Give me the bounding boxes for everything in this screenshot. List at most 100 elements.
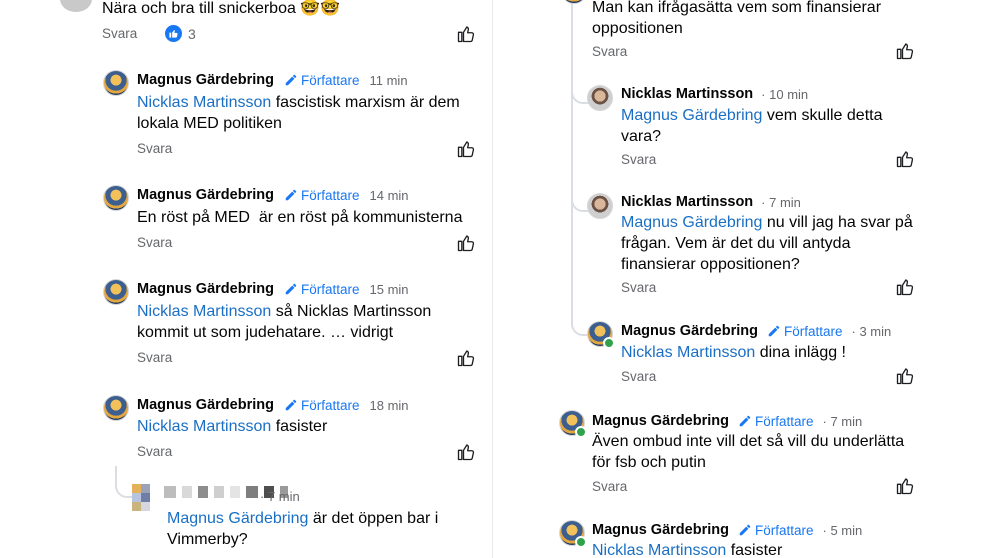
mention-link[interactable]: Nicklas Martinsson bbox=[137, 303, 271, 320]
timestamp[interactable]: · 10 min bbox=[761, 87, 808, 102]
author-name[interactable]: Magnus Gärdebring bbox=[592, 413, 729, 429]
comment-text: Nära och bra till snickerboa 🤓🤓 bbox=[102, 0, 341, 17]
reaction-count[interactable]: 3 bbox=[165, 25, 196, 42]
pencil-icon bbox=[284, 188, 298, 202]
like-icon[interactable] bbox=[456, 442, 476, 462]
avatar[interactable] bbox=[103, 279, 129, 305]
reply-button[interactable]: Svara bbox=[137, 350, 172, 365]
online-indicator bbox=[575, 536, 587, 548]
timestamp[interactable]: 15 min bbox=[370, 282, 409, 297]
comment-header: Magnus Gärdebring Författare · 3 min bbox=[621, 323, 891, 339]
online-indicator bbox=[603, 337, 615, 349]
author-name[interactable]: Nicklas Martinsson bbox=[621, 86, 753, 102]
comment-text: Man kan ifrågasätta vem som finansierar o… bbox=[592, 0, 882, 37]
mention-link[interactable]: Magnus Gärdebring bbox=[621, 107, 762, 124]
comment-text: Magnus Gärdebring är det öppen bar i Vimm… bbox=[167, 510, 439, 548]
reply-button[interactable]: Svara bbox=[102, 26, 137, 41]
comment-header: Magnus Gärdebring Författare 18 min bbox=[137, 397, 409, 413]
comment-text: Nicklas Martinsson fasister bbox=[592, 542, 783, 558]
timestamp[interactable]: 11 min bbox=[370, 73, 408, 88]
author-badge: Författare bbox=[284, 188, 360, 203]
avatar[interactable] bbox=[103, 70, 129, 96]
left-comment-column: Nära och bra till snickerboa 🤓🤓 Svara 3 … bbox=[0, 0, 492, 558]
comment-header: Nicklas Martinsson · 10 min bbox=[621, 86, 808, 102]
comment-text: Nicklas Martinsson fascistisk marxism är… bbox=[137, 94, 460, 132]
author-name[interactable]: Magnus Gärdebring bbox=[592, 522, 729, 538]
reply-button[interactable]: Svara bbox=[137, 235, 172, 250]
like-icon[interactable] bbox=[895, 41, 915, 61]
reply-button[interactable]: Svara bbox=[137, 141, 172, 156]
comment-text: Nicklas Martinsson fasister bbox=[137, 418, 328, 435]
like-icon[interactable] bbox=[895, 476, 915, 496]
timestamp[interactable]: · 7 min bbox=[260, 489, 300, 504]
timestamp[interactable]: 18 min bbox=[370, 398, 409, 413]
avatar[interactable] bbox=[587, 193, 613, 219]
like-icon[interactable] bbox=[895, 149, 915, 169]
pencil-icon bbox=[284, 282, 298, 296]
comment-header: Magnus Gärdebring Författare · 7 min bbox=[592, 413, 862, 429]
reply-button[interactable]: Svara bbox=[621, 152, 656, 167]
comment-header: Magnus Gärdebring Författare 14 min bbox=[137, 187, 409, 203]
like-icon[interactable] bbox=[456, 24, 476, 44]
comment-header: Nicklas Martinsson · 7 min bbox=[621, 194, 801, 210]
pencil-icon bbox=[738, 523, 752, 537]
comment-header: Magnus Gärdebring Författare 11 min bbox=[137, 72, 408, 88]
timestamp[interactable]: 14 min bbox=[370, 188, 409, 203]
author-name[interactable]: Magnus Gärdebring bbox=[137, 187, 274, 203]
avatar[interactable] bbox=[60, 0, 92, 12]
comment-text: Magnus Gärdebring nu vill jag ha svar på… bbox=[621, 214, 913, 273]
timestamp[interactable]: · 7 min bbox=[823, 414, 863, 429]
author-name[interactable]: Magnus Gärdebring bbox=[621, 323, 758, 339]
reply-button[interactable]: Svara bbox=[592, 44, 627, 59]
mention-link[interactable]: Nicklas Martinsson bbox=[137, 94, 271, 111]
comment-text: En röst på MED är en röst på kommunister… bbox=[137, 209, 463, 226]
like-icon[interactable] bbox=[895, 277, 915, 297]
comment-text: Även ombud inte vill det så vill du unde… bbox=[592, 433, 905, 471]
like-icon[interactable] bbox=[456, 139, 476, 159]
author-name[interactable]: Magnus Gärdebring bbox=[137, 397, 274, 413]
thread-line bbox=[115, 466, 133, 498]
pencil-icon bbox=[284, 73, 298, 87]
avatar[interactable] bbox=[561, 0, 587, 4]
like-icon[interactable] bbox=[456, 233, 476, 253]
timestamp[interactable]: · 5 min bbox=[823, 523, 863, 538]
avatar[interactable] bbox=[132, 484, 160, 512]
avatar[interactable] bbox=[103, 185, 129, 211]
mention-link[interactable]: Nicklas Martinsson bbox=[137, 418, 271, 435]
reply-button[interactable]: Svara bbox=[621, 369, 656, 384]
author-badge: Författare bbox=[284, 398, 360, 413]
pencil-icon bbox=[767, 324, 781, 338]
mention-link[interactable]: Magnus Gärdebring bbox=[167, 510, 308, 527]
comment-text: Nicklas Martinsson så Nicklas Martinsson… bbox=[137, 303, 432, 341]
comment-header: Magnus Gärdebring Författare 15 min bbox=[137, 281, 409, 297]
like-icon[interactable] bbox=[456, 348, 476, 368]
timestamp[interactable]: · 7 min bbox=[761, 195, 801, 210]
mention-link[interactable]: Nicklas Martinsson bbox=[592, 542, 726, 558]
author-badge: Författare bbox=[284, 282, 360, 297]
author-badge: Författare bbox=[738, 414, 814, 429]
avatar[interactable] bbox=[103, 395, 129, 421]
like-count: 3 bbox=[188, 25, 196, 42]
reply-button[interactable]: Svara bbox=[137, 444, 172, 459]
comment-text: Magnus Gärdebring vem skulle detta vara? bbox=[621, 107, 883, 145]
right-comment-column: Man kan ifrågasätta vem som finansierar o… bbox=[492, 0, 992, 558]
author-badge: Författare bbox=[767, 324, 843, 339]
comment-header: Magnus Gärdebring Författare · 5 min bbox=[592, 522, 862, 538]
mention-link[interactable]: Magnus Gärdebring bbox=[621, 214, 762, 231]
author-name[interactable]: Magnus Gärdebring bbox=[137, 281, 274, 297]
timestamp[interactable]: · 3 min bbox=[852, 324, 892, 339]
pencil-icon bbox=[738, 414, 752, 428]
mention-link[interactable]: Nicklas Martinsson bbox=[621, 344, 755, 361]
author-badge: Författare bbox=[284, 73, 360, 88]
author-name[interactable]: Magnus Gärdebring bbox=[137, 72, 274, 88]
author-name[interactable]: Nicklas Martinsson bbox=[621, 194, 753, 210]
like-reaction-icon bbox=[165, 25, 182, 42]
reply-button[interactable]: Svara bbox=[621, 280, 656, 295]
like-icon[interactable] bbox=[895, 366, 915, 386]
avatar[interactable] bbox=[587, 85, 613, 111]
pencil-icon bbox=[284, 398, 298, 412]
reply-button[interactable]: Svara bbox=[592, 479, 627, 494]
online-indicator bbox=[575, 426, 587, 438]
thread-line bbox=[571, 0, 573, 305]
author-badge: Författare bbox=[738, 523, 814, 538]
